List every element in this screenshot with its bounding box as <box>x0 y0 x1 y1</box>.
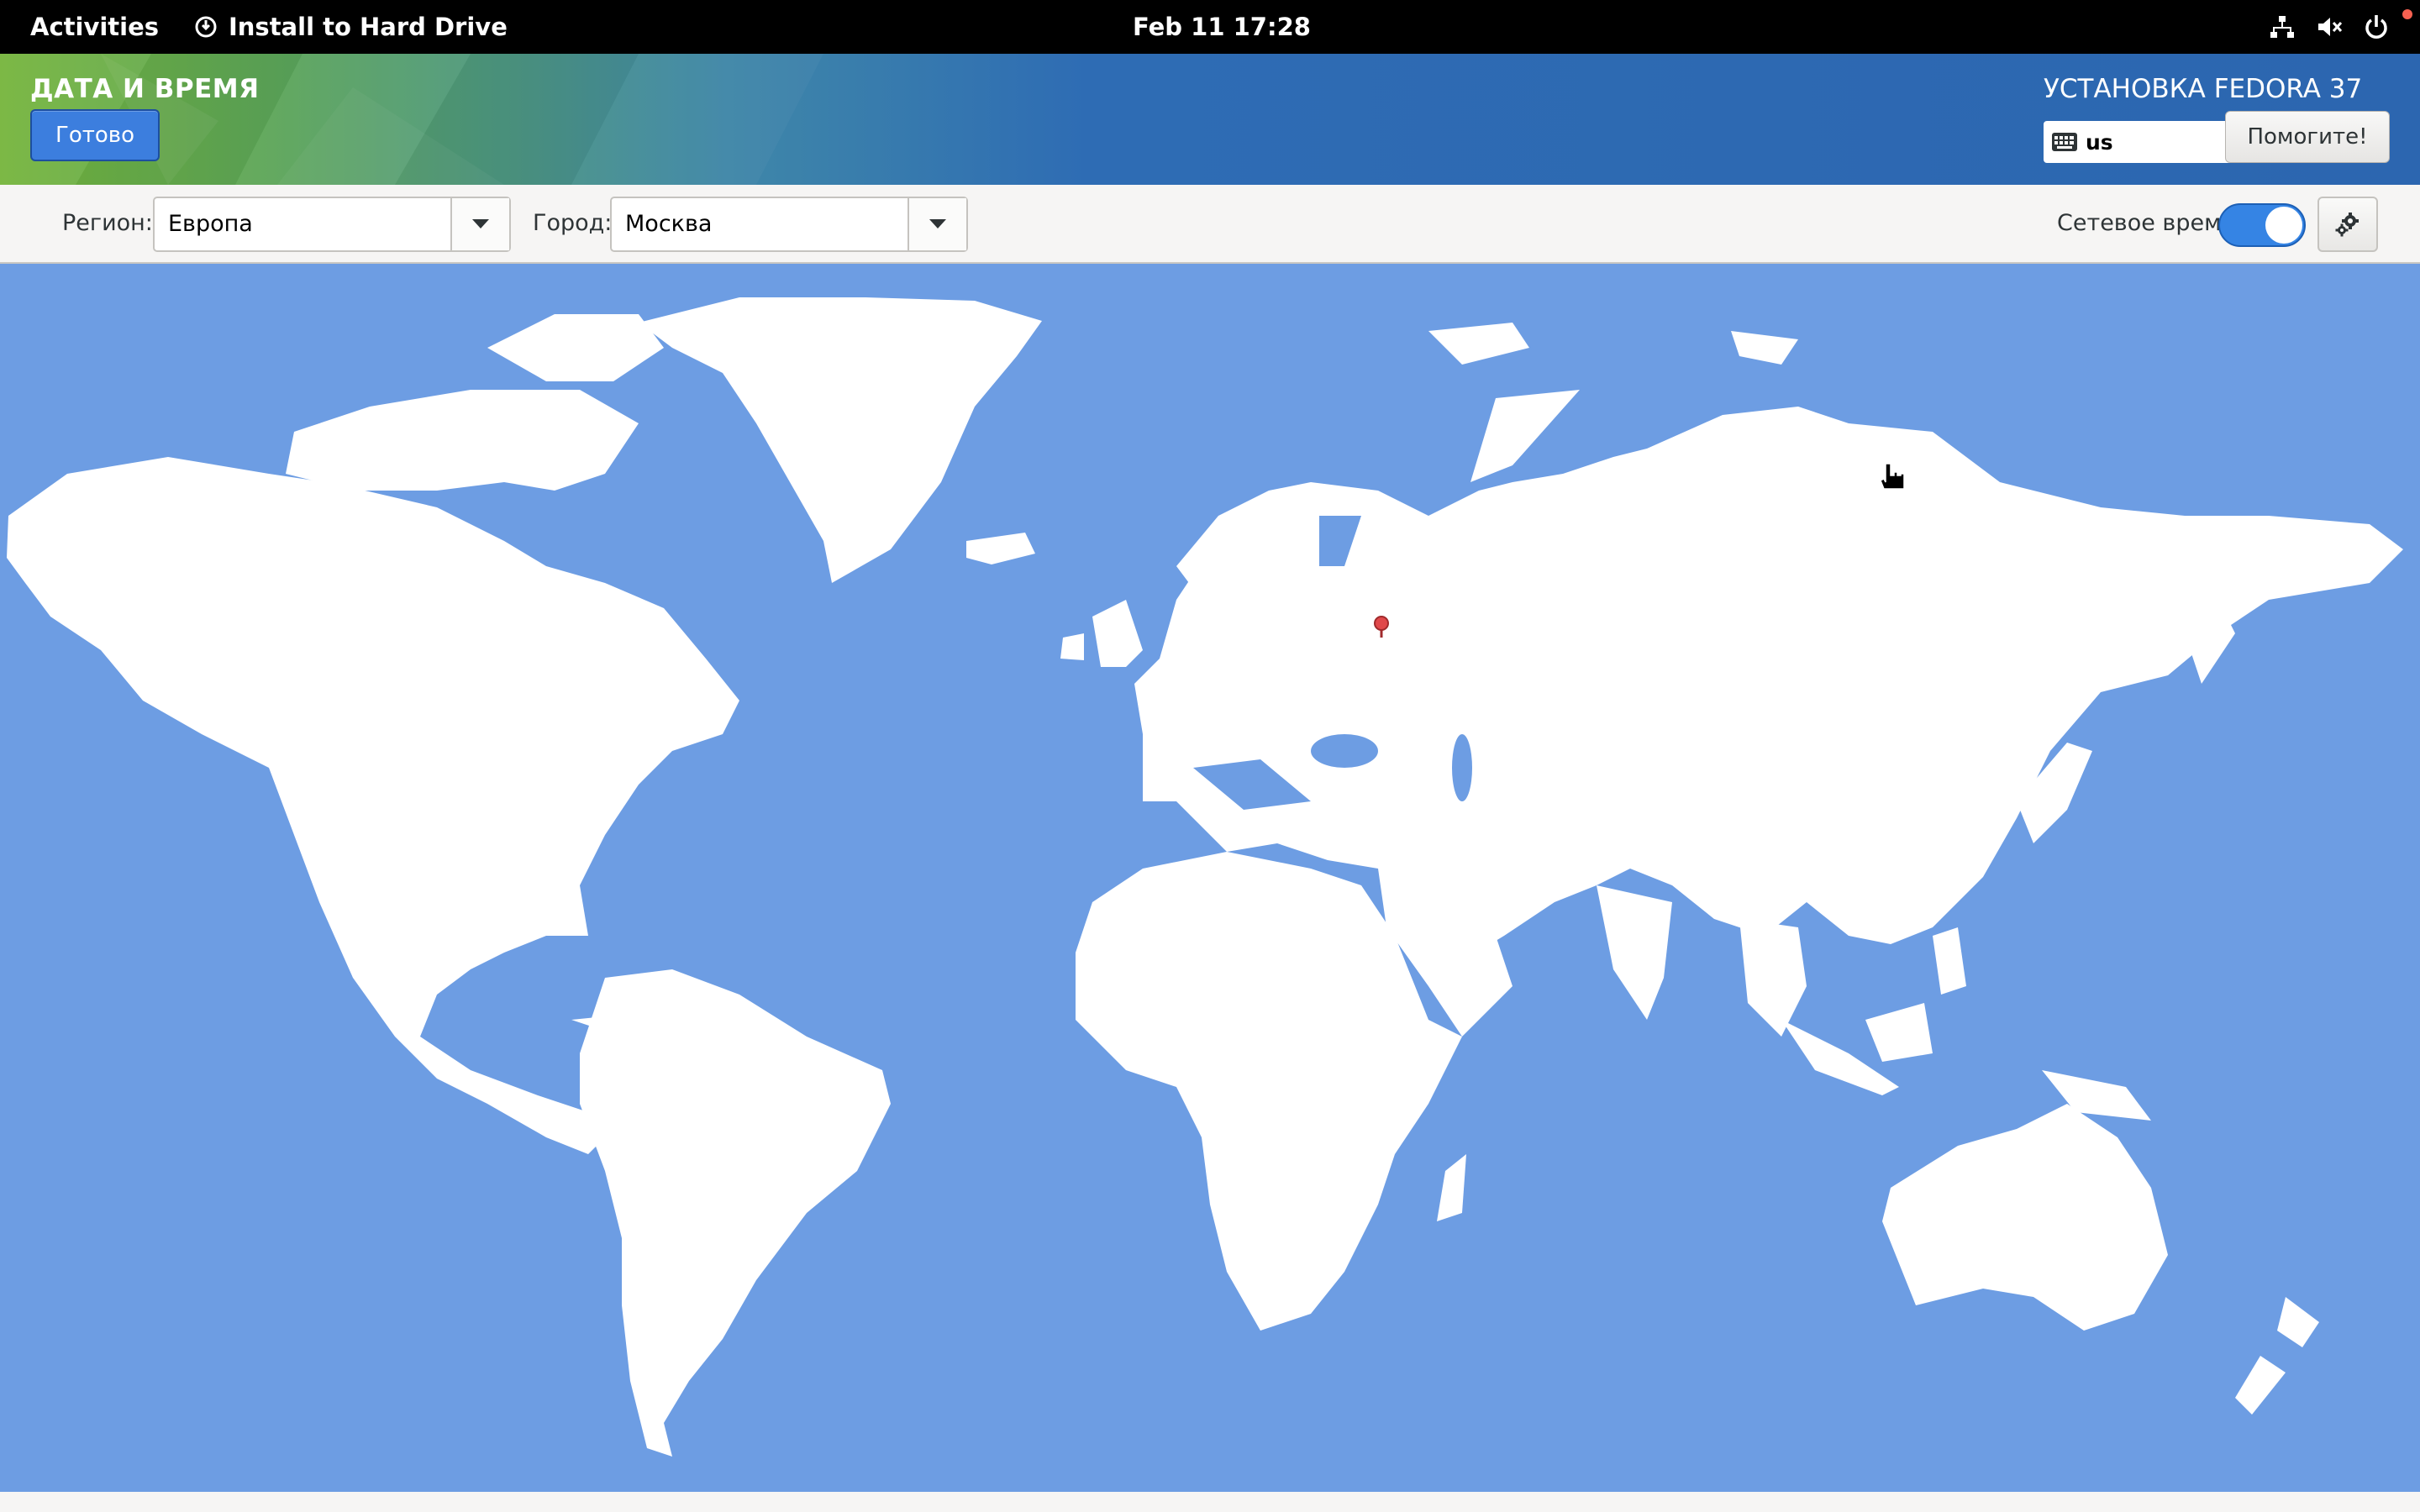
audio-muted-icon[interactable] <box>2316 13 2343 40</box>
switch-knob <box>2265 207 2302 244</box>
network-time-label: Сетевое время <box>2057 210 2235 236</box>
region-combobox[interactable]: Европа <box>153 197 511 252</box>
timezone-map[interactable] <box>0 262 2420 1492</box>
notification-dot-icon <box>2402 9 2412 19</box>
chevron-down-icon <box>472 219 489 228</box>
product-title: УСТАНОВКА FEDORA 37 <box>2044 74 2363 104</box>
world-map[interactable] <box>0 264 2420 1494</box>
region-value: Европа <box>168 211 253 237</box>
spoke-header: ДАТА И ВРЕМЯ Готово УСТАНОВКА FEDORA 37 … <box>0 54 2420 185</box>
madagascar <box>1437 1154 1466 1221</box>
installer-icon <box>195 16 217 38</box>
chevron-down-icon <box>929 219 946 228</box>
region-label: Регион: <box>62 210 153 236</box>
network-time-switch[interactable] <box>2218 203 2306 247</box>
done-button[interactable]: Готово <box>30 109 160 161</box>
gears-icon <box>2335 213 2359 237</box>
south-america <box>580 969 891 1457</box>
arctic-islands <box>286 390 639 491</box>
australia <box>1882 1104 2168 1331</box>
city-label: Город: <box>533 210 613 236</box>
network-wired-icon[interactable] <box>2269 13 2296 40</box>
new-zealand <box>2277 1297 2319 1347</box>
city-dropdown-button[interactable] <box>908 198 966 250</box>
ntp-config-button[interactable] <box>2317 197 2378 252</box>
keyboard-layout-label: us <box>2086 129 2113 155</box>
region-dropdown-button[interactable] <box>450 198 509 250</box>
timezone-toolbar: Регион: Европа Город: Москва Сетевое вре… <box>0 185 2420 262</box>
keyboard-icon <box>2052 133 2077 151</box>
keyboard-layout-indicator[interactable]: us <box>2044 121 2235 163</box>
activities-button[interactable]: Activities <box>30 0 159 54</box>
gnome-top-bar: Activities Install to Hard Drive Feb 11 … <box>0 0 2420 54</box>
app-menu[interactable]: Install to Hard Drive <box>195 0 508 54</box>
bottom-strip <box>0 1492 2420 1512</box>
city-value: Москва <box>625 211 713 237</box>
spoke-title: ДАТА И ВРЕМЯ <box>30 74 260 104</box>
clock[interactable]: Feb 11 17:28 <box>1133 0 1311 54</box>
app-menu-label: Install to Hard Drive <box>229 13 508 41</box>
city-combobox[interactable]: Москва <box>610 197 968 252</box>
help-button[interactable]: Помогите! <box>2225 111 2390 163</box>
power-icon[interactable] <box>2363 13 2390 40</box>
